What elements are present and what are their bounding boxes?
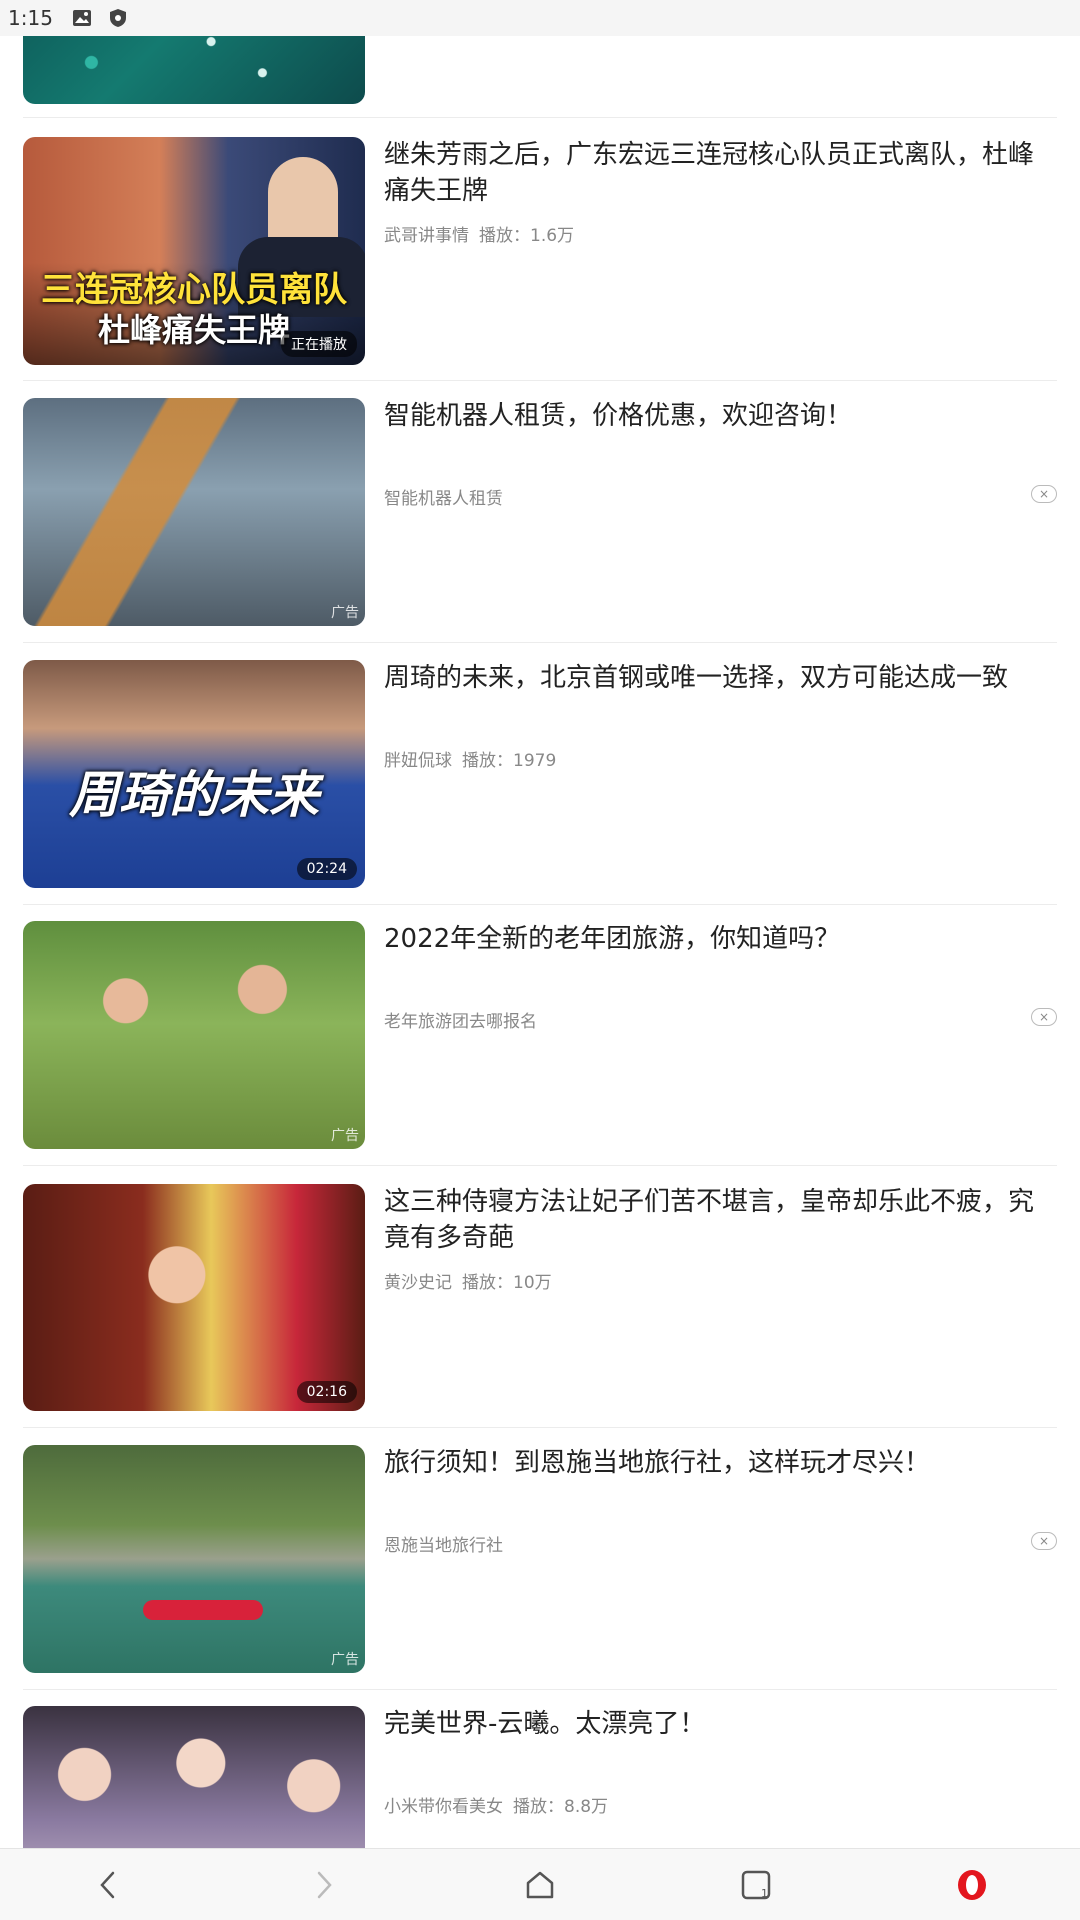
item-title[interactable]: 这三种侍寝方法让妃子们苦不堪言，皇帝却乐此不疲，究竟有多奇葩 [384,1184,1057,1256]
tabs-icon: 1 [741,1870,771,1900]
item-source: 胖妞侃球 [384,751,452,771]
bottom-nav-bar: 1 [0,1848,1080,1920]
item-title[interactable]: 周琦的未来，北京首钢或唯一选择，双方可能达成一致 [384,660,1057,696]
item-title[interactable]: 智能机器人租赁，价格优惠，欢迎咨询！ [384,398,1057,434]
dismiss-ad-button[interactable]: × [1031,1532,1057,1550]
home-icon [526,1871,554,1898]
divider [23,1165,1057,1166]
status-bar: 1:15 [0,0,1080,36]
feed-item-ad[interactable]: 广告 旅行须知！到恩施当地旅行社，这样玩才尽兴！ 恩施当地旅行社 × [23,1445,1057,1673]
back-button[interactable] [78,1855,138,1915]
shield-icon [107,7,129,29]
thumbnail-caption: 三连冠核心队员离队 [41,270,347,310]
item-source: 小米带你看美女 [384,1797,503,1817]
item-source: 恩施当地旅行社 [384,1536,503,1556]
item-source: 老年旅游团去哪报名 [384,1012,537,1032]
item-title[interactable]: 旅行须知！到恩施当地旅行社，这样玩才尽兴！ [384,1445,1057,1481]
dismiss-ad-button[interactable]: × [1031,1008,1057,1026]
close-icon: × [1038,1534,1050,1548]
divider [23,117,1057,118]
divider [23,904,1057,905]
home-button[interactable] [510,1855,570,1915]
item-meta: 小米带你看美女 播放：8.8万 [384,1792,608,1817]
item-plays: 播放：8.8万 [513,1797,609,1817]
item-source: 黄沙史记 [384,1273,452,1293]
feed-item-ad[interactable]: 广告 2022年全新的老年团旅游，你知道吗？ 老年旅游团去哪报名 × [23,921,1057,1149]
news-feed: 广告 三连冠核心队员离队 杜峰痛失王牌 正在播放 继朱芳雨之后，广东宏远三连冠核… [0,0,1080,1848]
forward-icon [317,1871,332,1898]
video-thumbnail[interactable]: 02:16 [23,1184,365,1411]
video-thumbnail[interactable] [23,1706,365,1848]
duration-badge: 02:16 [296,1381,357,1403]
item-title[interactable]: 2022年全新的老年团旅游，你知道吗？ [384,921,1057,957]
status-time: 1:15 [8,6,53,30]
item-source: 智能机器人租赁 [384,489,503,509]
forward-button[interactable] [294,1855,354,1915]
video-thumbnail[interactable]: 周琦的未来 02:24 [23,660,365,888]
ad-thumbnail[interactable]: 广告 [23,921,365,1149]
news-anchor-figure [268,157,338,247]
close-icon: × [1038,1010,1050,1024]
opera-menu-button[interactable] [942,1855,1002,1915]
feed-item-video[interactable]: 完美世界-云曦。太漂亮了！ 小米带你看美女 播放：8.8万 [23,1706,1057,1848]
item-title[interactable]: 完美世界-云曦。太漂亮了！ [384,1706,1057,1742]
item-plays: 播放：10万 [462,1273,552,1293]
item-meta: 黄沙史记 播放：10万 [384,1268,552,1293]
item-plays: 播放：1.6万 [479,226,575,246]
now-playing-badge: 正在播放 [281,331,357,357]
duration-badge: 02:24 [296,858,357,880]
ad-thumbnail[interactable]: 广告 [23,398,365,626]
raft-shape [143,1600,263,1620]
opera-icon [958,1869,986,1900]
video-thumbnail[interactable]: 三连冠核心队员离队 杜峰痛失王牌 正在播放 [23,137,365,365]
back-icon [100,1871,115,1898]
tabs-count: 1 [761,1887,768,1900]
image-icon [71,7,93,29]
item-meta: 胖妞侃球 播放：1979 [384,746,556,771]
ad-label: 广告 [331,1128,359,1144]
ad-label: 广告 [331,1652,359,1668]
feed-item-video[interactable]: 三连冠核心队员离队 杜峰痛失王牌 正在播放 继朱芳雨之后，广东宏远三连冠核心队员… [23,137,1057,365]
dismiss-ad-button[interactable]: × [1031,485,1057,503]
divider [23,380,1057,381]
item-title[interactable]: 继朱芳雨之后，广东宏远三连冠核心队员正式离队，杜峰痛失王牌 [384,137,1057,209]
ad-thumbnail[interactable]: 广告 [23,1445,365,1673]
item-source: 武哥讲事情 [384,226,469,246]
divider [23,1689,1057,1690]
divider [23,642,1057,643]
item-meta: 武哥讲事情 播放：1.6万 [384,221,574,246]
thumbnail-caption: 周琦的未来 [69,766,319,824]
tabs-button[interactable]: 1 [726,1855,786,1915]
feed-item-video[interactable]: 周琦的未来 02:24 周琦的未来，北京首钢或唯一选择，双方可能达成一致 胖妞侃… [23,660,1057,888]
divider [23,1427,1057,1428]
ad-label: 广告 [331,605,359,621]
feed-item-ad[interactable]: 广告 智能机器人租赁，价格优惠，欢迎咨询！ 智能机器人租赁 × [23,398,1057,626]
feed-item-video[interactable]: 02:16 这三种侍寝方法让妃子们苦不堪言，皇帝却乐此不疲，究竟有多奇葩 黄沙史… [23,1184,1057,1412]
close-icon: × [1038,487,1050,501]
item-plays: 播放：1979 [462,751,557,771]
